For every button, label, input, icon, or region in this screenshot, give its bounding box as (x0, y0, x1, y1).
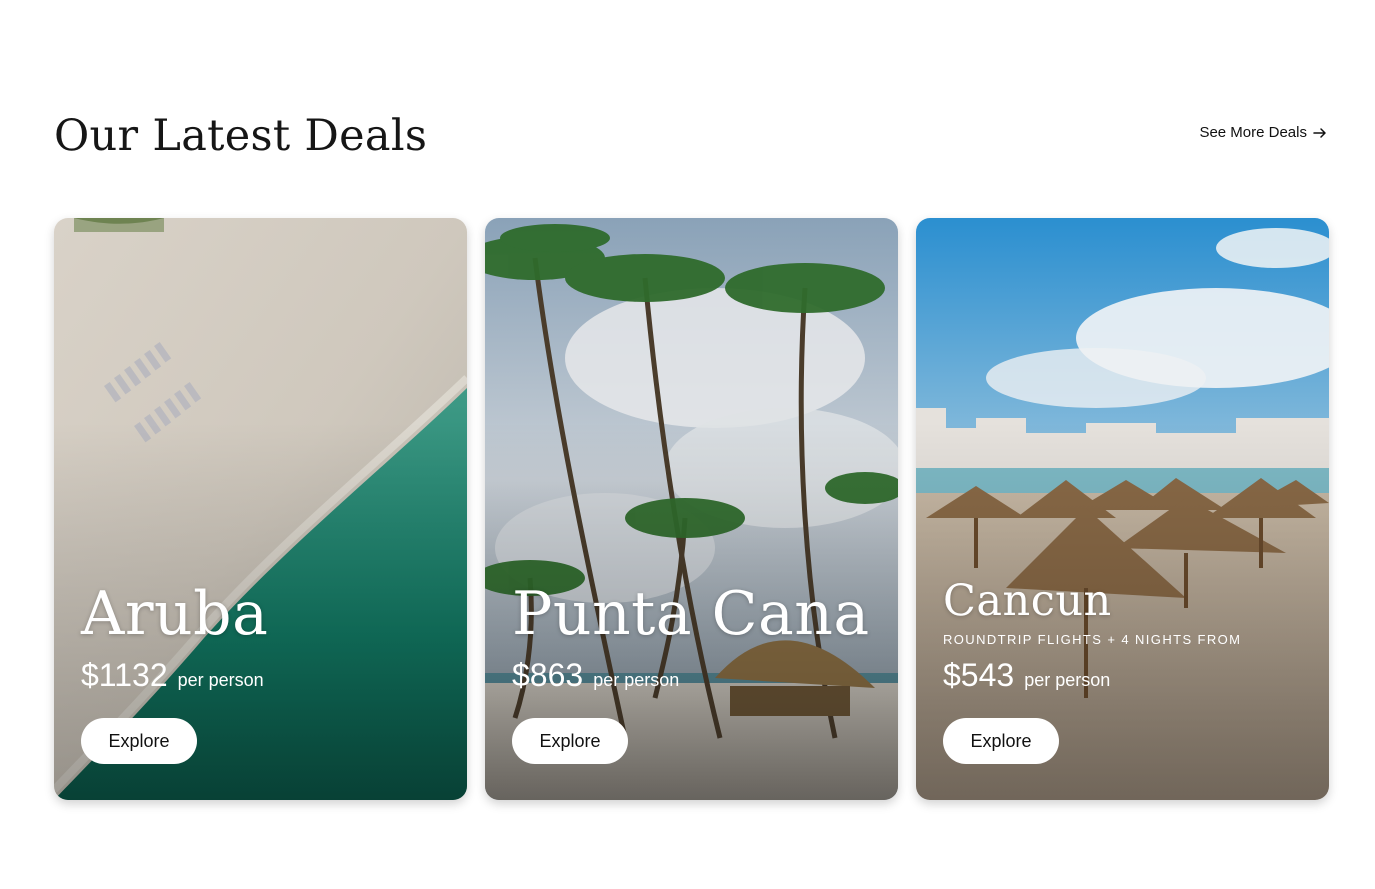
price-row: $543 per person (943, 657, 1309, 694)
deal-subtitle: Roundtrip flights + 4 nights from (943, 632, 1242, 647)
per-person-label: per person (177, 670, 264, 690)
explore-button[interactable]: Explore (81, 718, 197, 764)
deal-card-aruba[interactable]: Aruba $1132 per person Explore (54, 218, 467, 800)
per-person-label: per person (593, 670, 680, 690)
card-content: Cancun Roundtrip flights + 4 nights from… (943, 576, 1309, 764)
deal-price: $543 (943, 657, 1015, 693)
deal-card-cancun[interactable]: Cancun Roundtrip flights + 4 nights from… (916, 218, 1329, 800)
deal-title: Aruba (81, 579, 269, 649)
per-person-label: per person (1024, 670, 1111, 690)
explore-button[interactable]: Explore (512, 718, 628, 764)
price-row: $863 per person (512, 657, 878, 694)
price-row: $1132 per person (81, 657, 447, 694)
deal-title: Punta Cana (512, 579, 870, 649)
card-content: Aruba $1132 per person Explore (81, 581, 447, 764)
arrow-right-icon (1313, 127, 1326, 138)
see-more-deals-link[interactable]: See More Deals (1199, 124, 1327, 141)
deal-card-punta-cana[interactable]: Punta Cana $863 per person Explore (485, 218, 898, 800)
deal-title: Cancun (943, 576, 1112, 626)
deal-price: $863 (512, 657, 584, 693)
section-title: Our Latest Deals (54, 111, 428, 161)
deals-cards: Aruba $1132 per person Explore Punta Can… (54, 218, 1329, 800)
see-more-deals-label: See More Deals (1199, 124, 1307, 141)
explore-button[interactable]: Explore (943, 718, 1059, 764)
card-content: Punta Cana $863 per person Explore (512, 581, 878, 764)
deal-price: $1132 (81, 657, 168, 693)
